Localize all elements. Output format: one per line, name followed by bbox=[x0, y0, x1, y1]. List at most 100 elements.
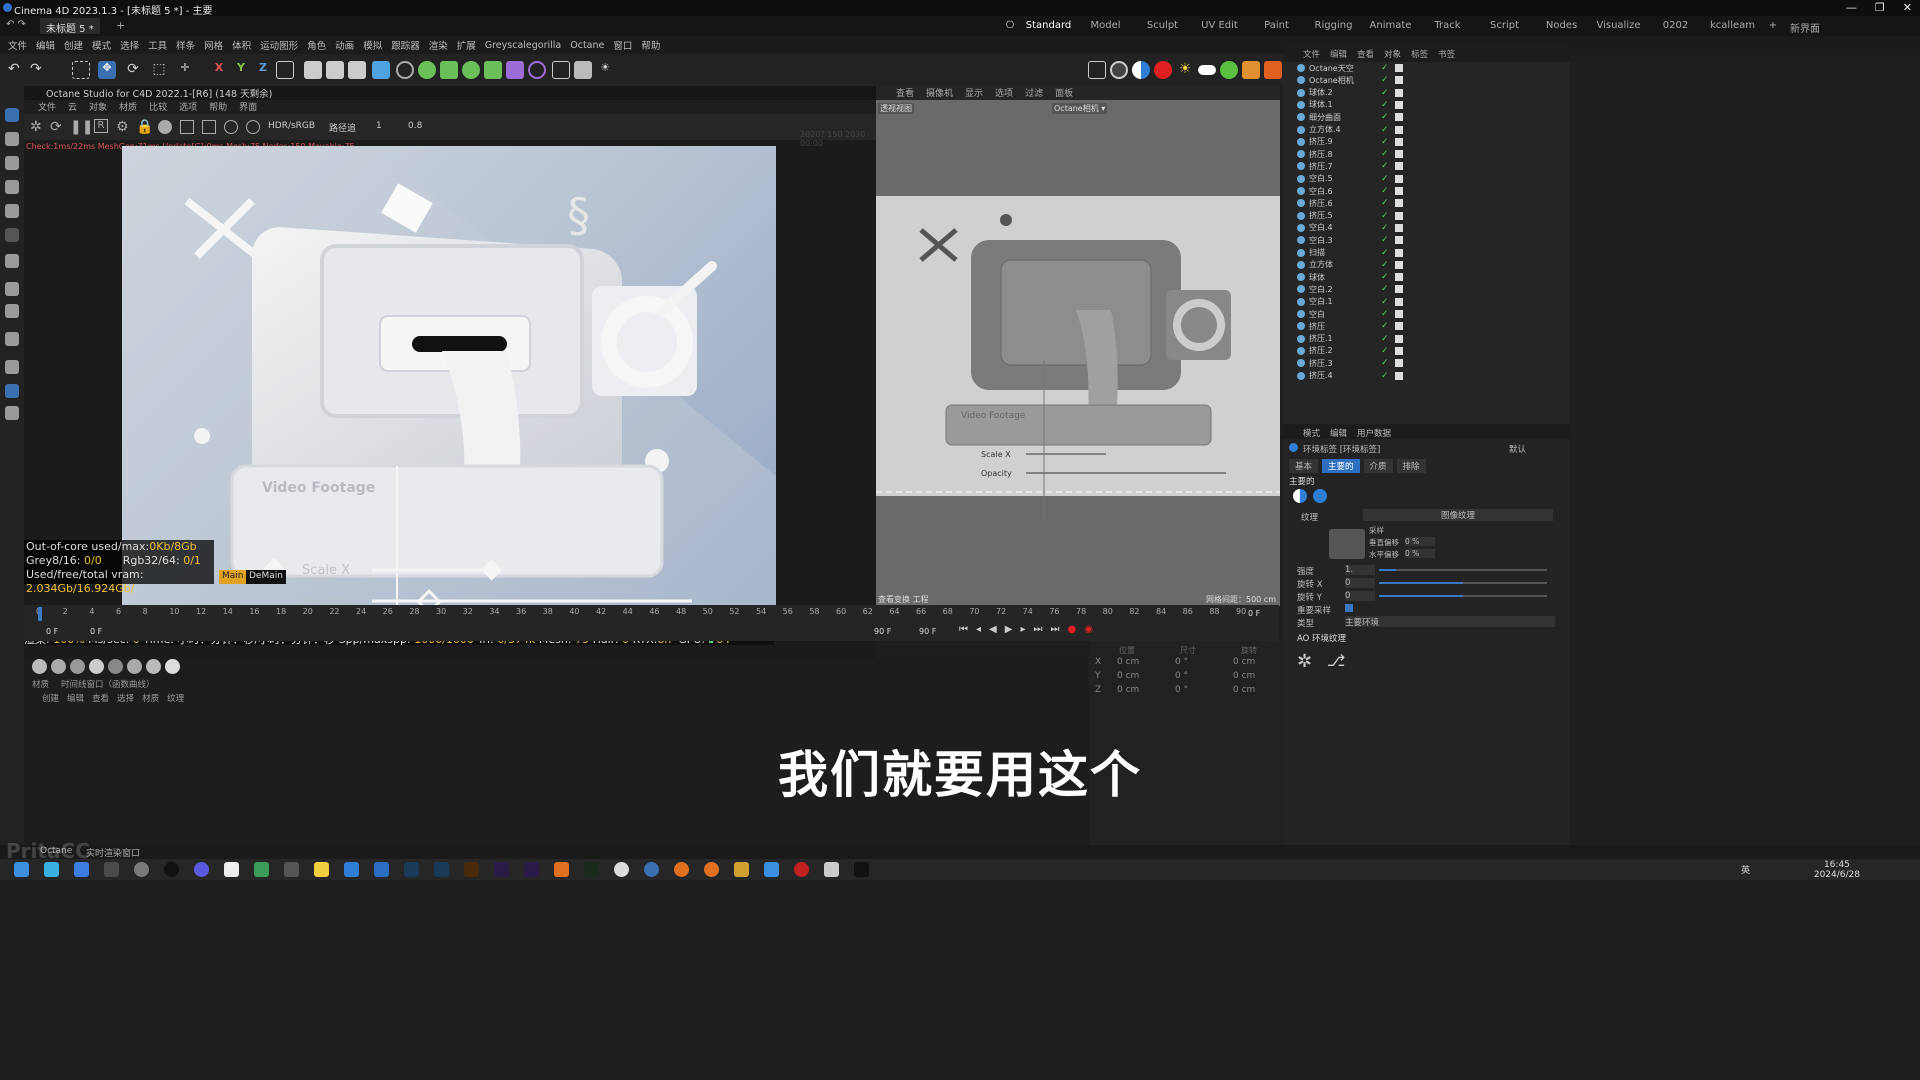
octane-pause-icon[interactable]: ❚❚ bbox=[70, 119, 93, 135]
octane-pick-icon[interactable] bbox=[202, 120, 216, 134]
octane-gear-icon[interactable]: ⚙ bbox=[116, 119, 129, 135]
octane-extra-icon[interactable] bbox=[1264, 61, 1282, 79]
attr-tab-basic[interactable]: 基本 bbox=[1289, 459, 1319, 473]
menu-simulate[interactable]: 模拟 bbox=[363, 38, 382, 52]
timeline-playhead[interactable] bbox=[38, 607, 42, 621]
layout-paint[interactable]: Paint bbox=[1248, 20, 1305, 35]
scale-tool-icon[interactable]: ⬚ bbox=[150, 61, 168, 79]
c4d-icon[interactable] bbox=[614, 862, 629, 877]
visibility-check-icon[interactable]: ✓ bbox=[1381, 334, 1389, 344]
layout-sculpt[interactable]: Sculpt bbox=[1134, 20, 1191, 35]
render-view-icon[interactable] bbox=[304, 61, 322, 79]
polygon-mode-icon[interactable] bbox=[5, 204, 19, 218]
object-row[interactable]: 球体.1 ✓ bbox=[1289, 99, 1564, 111]
add-tab-icon[interactable]: + bbox=[116, 19, 125, 32]
menu-file[interactable]: 文件 bbox=[8, 38, 27, 52]
chat-icon[interactable] bbox=[194, 862, 209, 877]
object-name[interactable]: 挤压.6 bbox=[1309, 198, 1369, 209]
material-tag-icon[interactable] bbox=[1395, 199, 1403, 208]
object-name[interactable]: 挤压.9 bbox=[1309, 136, 1369, 147]
visibility-check-icon[interactable]: ✓ bbox=[1381, 235, 1389, 245]
point-mode-icon[interactable] bbox=[5, 156, 19, 170]
object-mode-icon[interactable] bbox=[5, 132, 19, 146]
attr-power-value[interactable]: 1. bbox=[1345, 565, 1375, 575]
deformer-icon[interactable] bbox=[506, 61, 524, 79]
object-row[interactable]: Octane天空 ✓ bbox=[1289, 62, 1564, 74]
grid-snap-icon[interactable] bbox=[5, 360, 19, 374]
object-name[interactable]: 挤压.4 bbox=[1309, 370, 1369, 381]
app-icon[interactable] bbox=[164, 862, 179, 877]
c4d-active-icon[interactable] bbox=[644, 862, 659, 877]
maximize-button[interactable]: ❐ bbox=[1875, 1, 1885, 14]
next-frame-icon[interactable]: ▸ bbox=[1020, 624, 1025, 635]
material-tag-icon[interactable] bbox=[1395, 174, 1403, 183]
edge2-icon[interactable] bbox=[344, 862, 359, 877]
add-layout-button[interactable]: + bbox=[1761, 20, 1785, 35]
attr-menu-userdata[interactable]: 用户数据 bbox=[1357, 427, 1391, 439]
material-tag-icon[interactable] bbox=[1395, 211, 1403, 220]
layout-uv-edit[interactable]: UV Edit bbox=[1191, 20, 1248, 35]
object-name[interactable]: 空白.3 bbox=[1309, 235, 1369, 246]
viewport-menu-options[interactable]: 选项 bbox=[995, 86, 1013, 100]
tab-timeline-curves[interactable]: 时间线窗口（函数曲线） bbox=[61, 678, 155, 690]
go-end-icon[interactable]: ⏭ bbox=[1050, 624, 1059, 635]
object-name[interactable]: 球体.2 bbox=[1309, 87, 1369, 98]
y-axis-icon[interactable]: Y bbox=[232, 61, 250, 79]
object-row[interactable]: Octane相机 ✓ bbox=[1289, 74, 1564, 86]
layout-standard[interactable]: Standard bbox=[1020, 20, 1077, 35]
visibility-check-icon[interactable]: ✓ bbox=[1381, 88, 1389, 98]
rotate-tool-icon[interactable]: ⟳ bbox=[124, 61, 142, 79]
photoshop-icon[interactable] bbox=[404, 862, 419, 877]
viewport-menu-display[interactable]: 显示 bbox=[965, 86, 983, 100]
object-name[interactable]: 挤压.5 bbox=[1309, 210, 1369, 221]
app2-icon[interactable] bbox=[254, 862, 269, 877]
menu-tracker[interactable]: 跟踪器 bbox=[391, 38, 420, 52]
material-tag-icon[interactable] bbox=[1395, 248, 1403, 257]
visibility-check-icon[interactable]: ✓ bbox=[1381, 309, 1389, 319]
octane-menu-help[interactable]: 帮助 bbox=[209, 100, 227, 114]
visibility-check-icon[interactable]: ✓ bbox=[1381, 186, 1389, 196]
tab-materials[interactable]: 材质 bbox=[32, 678, 49, 690]
blender2-icon[interactable] bbox=[674, 862, 689, 877]
photoshop2-icon[interactable] bbox=[434, 862, 449, 877]
octane-menu-compare[interactable]: 比较 bbox=[149, 100, 167, 114]
system-clock[interactable]: 16:45 2024/6/28 bbox=[1814, 860, 1860, 880]
planar-icon[interactable] bbox=[5, 406, 19, 420]
field-icon[interactable] bbox=[528, 61, 546, 79]
octane-m-icon[interactable] bbox=[246, 120, 260, 134]
attr-texture-select[interactable]: 图像纹理 bbox=[1363, 509, 1553, 521]
premiere-icon[interactable] bbox=[524, 862, 539, 877]
prev-frame-icon[interactable]: ◀ bbox=[989, 624, 997, 635]
object-row[interactable]: 挤压.6 ✓ bbox=[1289, 197, 1564, 209]
material-tag-icon[interactable] bbox=[1395, 346, 1403, 355]
viewport-menu-panel[interactable]: 面板 bbox=[1055, 86, 1073, 100]
explorer-icon[interactable] bbox=[314, 862, 329, 877]
octane-kernel-select[interactable]: 路径追 bbox=[329, 121, 356, 134]
layout-icon[interactable]: ⎔ bbox=[1000, 20, 1020, 35]
mat-menu-texture[interactable]: 纹理 bbox=[167, 692, 184, 704]
quantize-icon[interactable] bbox=[5, 384, 19, 398]
attr-hoffset-value[interactable]: 0 % bbox=[1405, 549, 1435, 558]
visibility-check-icon[interactable]: ✓ bbox=[1381, 358, 1389, 368]
visibility-check-icon[interactable]: ✓ bbox=[1381, 371, 1389, 381]
visibility-check-icon[interactable]: ✓ bbox=[1381, 149, 1389, 159]
object-name[interactable]: 挤压.7 bbox=[1309, 161, 1369, 172]
object-row[interactable]: 立方体.4 ✓ bbox=[1289, 124, 1564, 136]
attr-tab-exclude[interactable]: 排除 bbox=[1396, 459, 1426, 473]
settings-icon[interactable] bbox=[134, 862, 149, 877]
material-swatch[interactable] bbox=[108, 659, 123, 674]
uv-mode-icon[interactable] bbox=[5, 228, 19, 242]
material-tag-icon[interactable] bbox=[1395, 113, 1403, 122]
visibility-check-icon[interactable]: ✓ bbox=[1381, 223, 1389, 233]
timeline-start-frame[interactable]: 0 F bbox=[46, 627, 58, 636]
menu-create[interactable]: 创建 bbox=[64, 38, 83, 52]
visibility-check-icon[interactable]: ✓ bbox=[1381, 198, 1389, 208]
viewport-footer-transform[interactable]: 查看变换 bbox=[878, 595, 910, 604]
render-settings-icon[interactable] bbox=[348, 61, 366, 79]
attr-ao-label[interactable]: AO 环境纹理 bbox=[1297, 632, 1346, 644]
layout-model[interactable]: Model bbox=[1077, 20, 1134, 35]
menu-volume[interactable]: 体积 bbox=[232, 38, 251, 52]
input-language[interactable]: 英 bbox=[1741, 863, 1750, 876]
object-name[interactable]: 扫描 bbox=[1309, 247, 1369, 258]
object-name[interactable]: 挤压.1 bbox=[1309, 333, 1369, 344]
